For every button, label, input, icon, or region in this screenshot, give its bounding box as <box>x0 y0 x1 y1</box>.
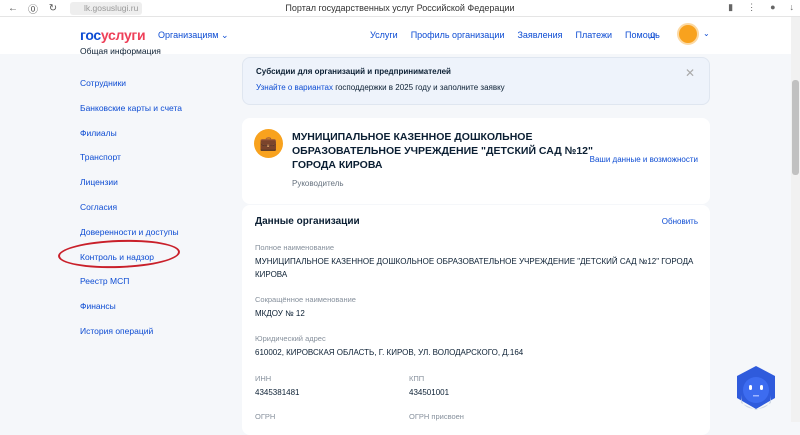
org-role: Руководитель <box>292 179 344 188</box>
sidebar-item[interactable]: Согласия <box>80 202 182 227</box>
nav-services[interactable]: Услуги <box>370 30 398 40</box>
organizations-menu[interactable]: Организациям ⌄ <box>158 30 229 41</box>
org-name: МУНИЦИПАЛЬНОЕ КАЗЕННОЕ ДОШКОЛЬНОЕ ОБРАЗО… <box>292 131 593 171</box>
sidebar-item[interactable]: Лицензии <box>80 177 182 202</box>
chat-bot-icon[interactable] <box>735 365 777 411</box>
sidebar-item[interactable]: Банковские карты и счета <box>80 103 182 128</box>
subsidy-banner: Субсидии для организаций и предпринимате… <box>242 57 710 105</box>
menu-icon[interactable]: ⋮ <box>747 2 756 13</box>
chevron-down-icon: ⌄ <box>220 30 229 40</box>
nav-payments[interactable]: Платежи <box>576 30 613 40</box>
sidebar-item[interactable]: Общая информация <box>80 46 182 78</box>
sidebar-item[interactable]: Филиалы <box>80 128 182 153</box>
nav-org-profile[interactable]: Профиль организации <box>411 30 505 40</box>
short-name-label: Сокращённое наименование <box>255 295 356 304</box>
close-icon[interactable]: ✕ <box>685 66 695 80</box>
sidebar-item[interactable]: Сотрудники <box>80 78 182 103</box>
sidebar-item[interactable]: Транспорт <box>80 152 182 177</box>
banner-title: Субсидии для организаций и предпринимате… <box>256 67 451 76</box>
bookmark-icon[interactable]: ▮ <box>728 2 733 13</box>
kpp: 434501001 <box>409 388 450 397</box>
inn: 4345381481 <box>255 388 300 397</box>
org-card: 💼 МУНИЦИПАЛЬНОЕ КАЗЕННОЕ ДОШКОЛЬНОЕ ОБРА… <box>242 118 710 204</box>
avatar[interactable] <box>677 23 699 45</box>
chevron-down-icon[interactable]: ⌄ <box>703 29 710 38</box>
address-label: Юридический адрес <box>255 334 326 343</box>
full-name-label: Полное наименование <box>255 243 335 252</box>
briefcase-icon: 💼 <box>254 129 283 158</box>
gosuslugi-logo[interactable]: госуслуги <box>80 27 146 43</box>
full-name: МУНИЦИПАЛЬНОЕ КАЗЕННОЕ ДОШКОЛЬНОЕ ОБРАЗО… <box>255 257 694 279</box>
short-name: МКДОУ № 12 <box>255 309 305 318</box>
org-details: Данные организации Обновить Полное наиме… <box>242 205 710 435</box>
sidebar-item[interactable]: История операций <box>80 326 182 351</box>
section-title: Данные организации <box>255 216 360 227</box>
nav-applications[interactable]: Заявления <box>517 30 562 40</box>
download-icon[interactable]: ↓ <box>790 2 795 13</box>
banner-link[interactable]: Узнайте о вариантах <box>256 83 333 92</box>
kpp-label: КПП <box>409 374 425 383</box>
sidebar: Общая информация Сотрудники Банковские к… <box>80 46 182 351</box>
your-data-link[interactable]: Ваши данные и возможности <box>590 155 698 164</box>
sidebar-item[interactable]: Реестр МСП <box>80 276 182 301</box>
ogrn-date-label: ОГРН присвоен <box>409 412 464 421</box>
inn-label: ИНН <box>255 374 272 383</box>
scrollbar[interactable] <box>791 17 800 422</box>
sidebar-item[interactable]: Финансы <box>80 301 182 326</box>
page-title: Портал государственных услуг Российской … <box>285 3 515 13</box>
browser-toolbar: ← ⓪ ↻ lk.gosuslugi.ru Портал государстве… <box>0 0 800 17</box>
search-icon[interactable]: ⌕ <box>649 26 657 43</box>
refresh-link[interactable]: Обновить <box>662 217 698 226</box>
ogrn-label: ОГРН <box>255 412 276 421</box>
extension-icon[interactable]: ● <box>770 2 775 13</box>
address: 610002, КИРОВСКАЯ ОБЛАСТЬ, Г. КИРОВ, УЛ.… <box>255 348 524 357</box>
